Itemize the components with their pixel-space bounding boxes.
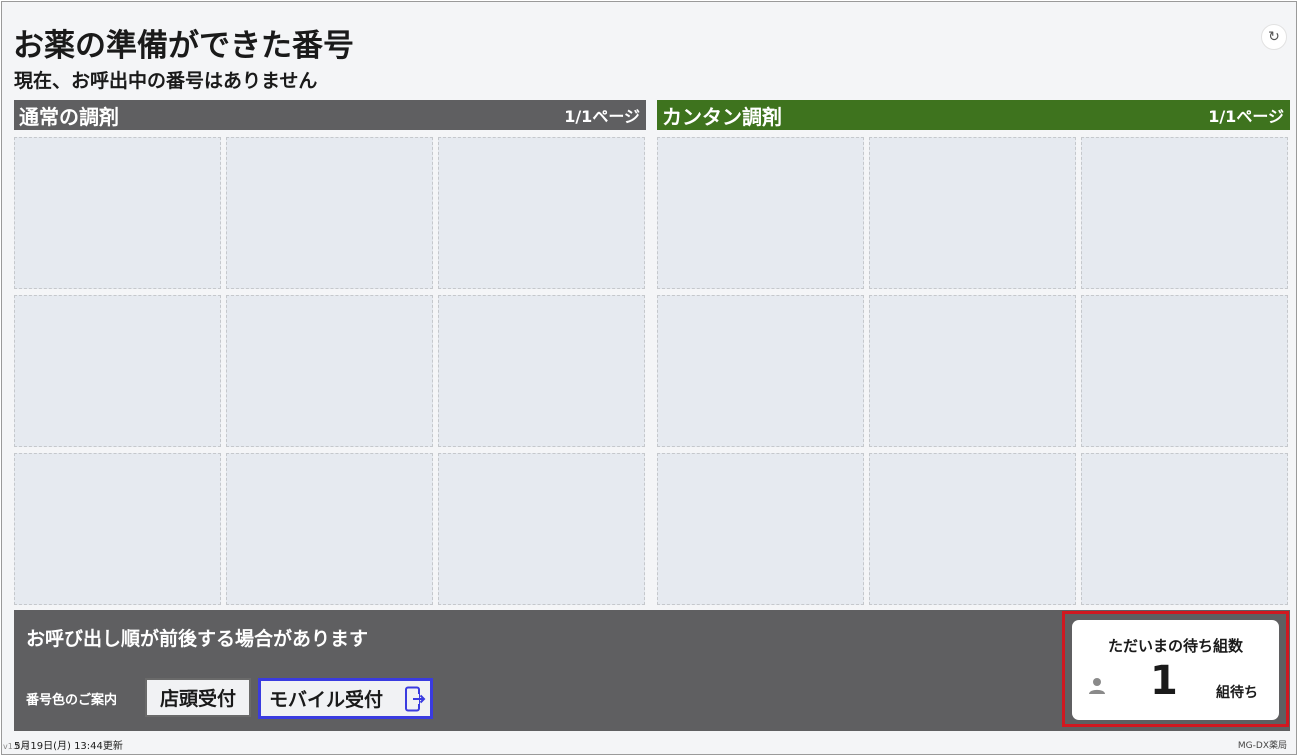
easy-number-grid <box>657 137 1288 605</box>
normal-dispensing-title: 通常の調剤 <box>19 104 119 129</box>
mobile-reception-chip: モバイル受付 <box>258 678 433 719</box>
number-slot <box>869 295 1076 447</box>
last-updated: 5月19日(月) 13:44更新 <box>14 741 123 752</box>
waiting-groups-count: 1 <box>1150 658 1178 704</box>
calling-status: 現在、お呼出中の番号はありません <box>14 70 318 92</box>
color-legend-label: 番号色のご案内 <box>26 693 118 708</box>
number-slot <box>1081 137 1288 289</box>
number-slot <box>438 137 645 289</box>
number-slot <box>438 295 645 447</box>
number-slot <box>14 453 221 605</box>
easy-dispensing-page: 1/1ページ <box>1208 107 1284 126</box>
number-slot <box>657 137 864 289</box>
store-reception-chip: 店頭受付 <box>145 678 251 717</box>
number-slot <box>226 137 433 289</box>
store-reception-label: 店頭受付 <box>159 688 236 710</box>
normal-dispensing-page: 1/1ページ <box>564 107 640 126</box>
page-title: お薬の準備ができた番号 <box>13 28 354 64</box>
number-slot <box>1081 295 1288 447</box>
person-icon <box>1089 678 1105 694</box>
waiting-groups-unit: 組待ち <box>1216 685 1258 701</box>
number-slot <box>14 137 221 289</box>
number-slot <box>226 453 433 605</box>
waiting-groups-title: ただいまの待ち組数 <box>1107 637 1243 655</box>
number-slot <box>438 453 645 605</box>
mobile-reception-label: モバイル受付 <box>269 689 384 711</box>
normal-number-grid <box>14 137 645 605</box>
refresh-button[interactable]: ↻ <box>1261 24 1287 50</box>
order-notice: お呼び出し順が前後する場合があります <box>26 628 369 650</box>
number-slot <box>1081 453 1288 605</box>
store-name: MG-DX薬局 <box>1237 741 1287 751</box>
easy-dispensing-header: カンタン調剤 1/1ページ <box>657 100 1290 130</box>
number-slot <box>657 295 864 447</box>
normal-dispensing-header: 通常の調剤 1/1ページ <box>14 100 646 130</box>
number-slot <box>869 137 1076 289</box>
number-slot <box>657 453 864 605</box>
number-slot <box>869 453 1076 605</box>
easy-dispensing-title: カンタン調剤 <box>662 104 782 129</box>
mobile-checkin-icon <box>405 686 426 712</box>
refresh-icon: ↻ <box>1268 29 1280 45</box>
waiting-groups-card: ただいまの待ち組数 1 組待ち <box>1072 620 1279 720</box>
number-slot <box>14 295 221 447</box>
number-slot <box>226 295 433 447</box>
